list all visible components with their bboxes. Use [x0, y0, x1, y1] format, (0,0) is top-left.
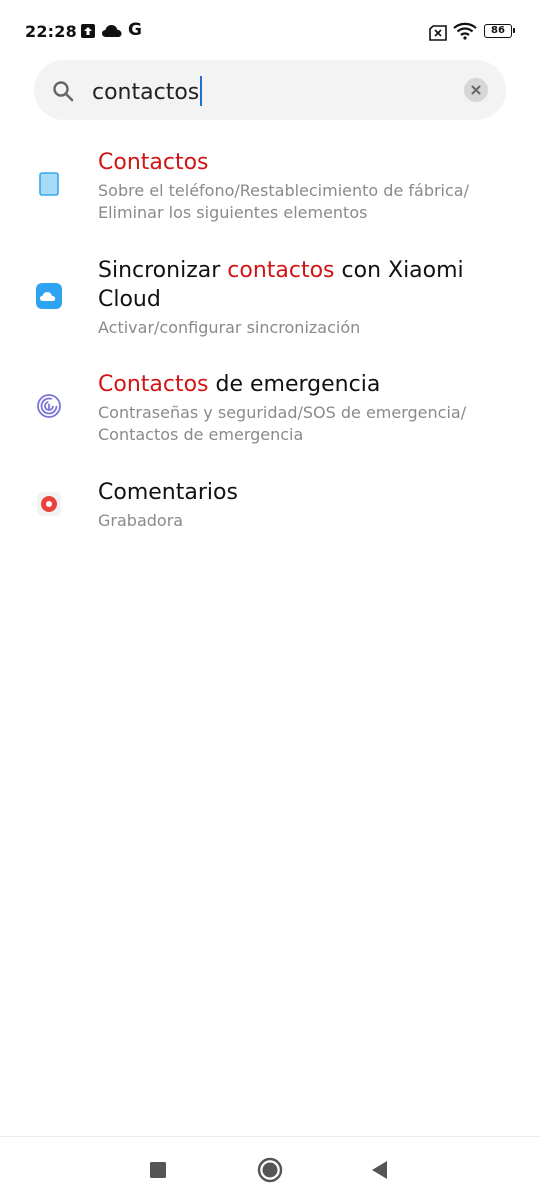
result-title: Contactos de emergencia	[98, 370, 508, 399]
xiaomi-cloud-icon	[36, 283, 62, 309]
settings-search-screen: 22:28 G 86 contactos Contactos Sobre el …	[0, 0, 540, 1200]
result-item-contactos[interactable]: Contactos Sobre el teléfono/Restablecimi…	[0, 140, 540, 236]
circle-icon	[257, 1157, 283, 1183]
g-icon: G	[128, 20, 142, 40]
wifi-icon	[453, 22, 477, 40]
battery-icon: 86	[484, 24, 515, 38]
search-input[interactable]: contactos	[92, 76, 203, 108]
result-subtitle: Sobre el teléfono/Restablecimiento de fá…	[98, 181, 469, 222]
upload-icon	[81, 24, 95, 38]
result-title: Comentarios	[98, 480, 238, 505]
home-button[interactable]	[255, 1155, 285, 1185]
recorder-icon	[37, 492, 61, 516]
close-icon	[471, 85, 481, 95]
result-title-highlight: Contactos	[98, 372, 209, 397]
result-subtitle: Grabadora	[98, 511, 184, 530]
result-title: Sincronizar contactos con Xiaomi Cloud	[98, 256, 508, 314]
result-item-contactos-emergencia[interactable]: Contactos de emergencia Contraseñas y se…	[0, 368, 540, 464]
result-item-sincronizar-contactos[interactable]: Sincronizar contactos con Xiaomi Cloud A…	[0, 254, 540, 364]
phone-device-icon	[39, 172, 59, 196]
result-title-highlight: Contactos	[98, 150, 209, 175]
result-title-highlight: contactos	[227, 258, 335, 283]
recents-button[interactable]	[143, 1155, 173, 1185]
result-title-rest: de emergencia	[208, 372, 381, 397]
result-subtitle: Contraseñas y seguridad/SOS de emergenci…	[98, 403, 467, 444]
result-title-pre: Sincronizar	[98, 258, 228, 283]
search-bar[interactable]: contactos	[34, 60, 506, 120]
result-subtitle: Activar/configurar sincronización	[98, 318, 361, 337]
result-title: Contactos	[98, 148, 508, 177]
back-button[interactable]	[365, 1155, 395, 1185]
search-input-text: contactos	[92, 80, 200, 105]
fingerprint-icon	[37, 394, 61, 418]
navigation-bar	[0, 1136, 540, 1200]
back-triangle-icon	[372, 1161, 387, 1179]
text-caret	[200, 76, 203, 106]
clear-search-button[interactable]	[464, 78, 488, 102]
status-bar: 22:28 G 86	[0, 0, 540, 64]
status-time: 22:28	[25, 22, 77, 41]
search-icon	[53, 81, 74, 102]
result-item-comentarios[interactable]: Comentarios Grabadora	[0, 476, 540, 552]
no-sim-icon	[429, 25, 447, 41]
cloud-icon	[102, 25, 122, 37]
square-icon	[150, 1162, 166, 1178]
